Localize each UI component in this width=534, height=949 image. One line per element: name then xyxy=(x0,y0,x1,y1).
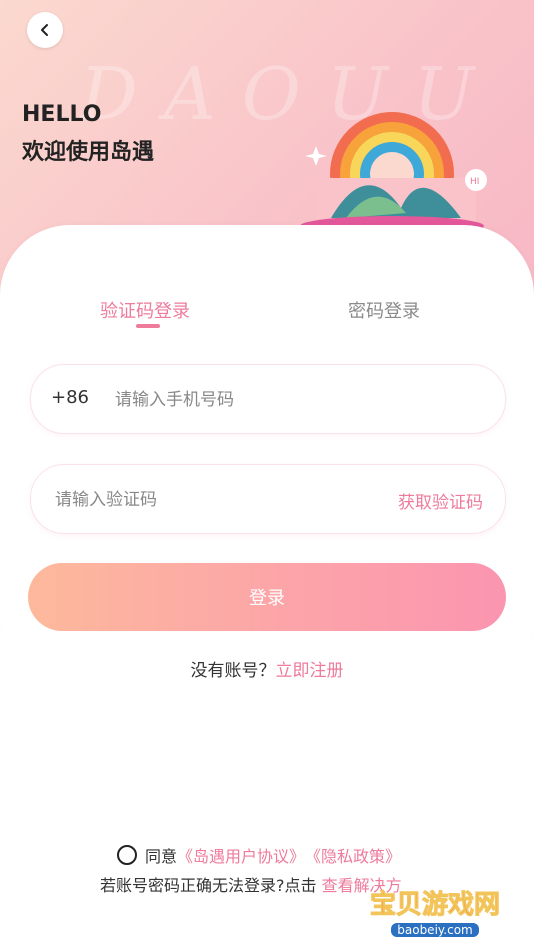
watermark-title: 宝贝游戏网 xyxy=(369,889,500,920)
user-agreement-link[interactable]: 《岛遇用户协议》 xyxy=(177,843,305,867)
login-button[interactable]: 登录 xyxy=(28,563,506,631)
register-link[interactable]: 立即注册 xyxy=(276,661,344,681)
agree-radio[interactable] xyxy=(117,845,137,865)
site-watermark-logo: 宝贝游戏网 baobeiy.com xyxy=(360,880,510,940)
phone-input[interactable] xyxy=(113,385,477,415)
svg-text:HI: HI xyxy=(470,177,479,187)
agreement-line: 同意 《岛遇用户协议》 《隐私政策》 xyxy=(117,843,401,867)
watermark-url: baobeiy.com xyxy=(391,922,479,937)
get-code-button[interactable]: 获取验证码 xyxy=(398,488,483,513)
sparkle-icon xyxy=(305,146,327,166)
register-prompt: 没有账号？立即注册 xyxy=(0,656,534,681)
tab-sms-login[interactable]: 验证码登录 xyxy=(100,297,190,323)
active-tab-indicator xyxy=(136,324,160,328)
chevron-left-icon xyxy=(41,24,48,36)
login-help-line: 若账号密码正确无法登录?点击 查看解决方 xyxy=(100,872,402,896)
hi-bubble-icon: HI xyxy=(465,169,487,191)
help-text: 若账号密码正确无法登录?点击 xyxy=(100,876,322,895)
agree-text: 同意 xyxy=(145,847,178,866)
login-button-label: 登录 xyxy=(249,588,285,609)
verification-code-input[interactable] xyxy=(53,485,377,515)
register-text: 没有账号？ xyxy=(190,661,276,681)
privacy-policy-link[interactable]: 《隐私政策》 xyxy=(305,843,401,867)
welcome-title: 欢迎使用岛遇 xyxy=(22,140,155,165)
tab-password-login[interactable]: 密码登录 xyxy=(348,297,420,323)
greeting-hello: HELLO xyxy=(22,102,102,127)
country-code[interactable]: +86 xyxy=(51,387,89,408)
code-field: 获取验证码 xyxy=(30,464,506,534)
phone-field: +86 xyxy=(30,364,506,434)
back-button[interactable] xyxy=(27,12,63,48)
